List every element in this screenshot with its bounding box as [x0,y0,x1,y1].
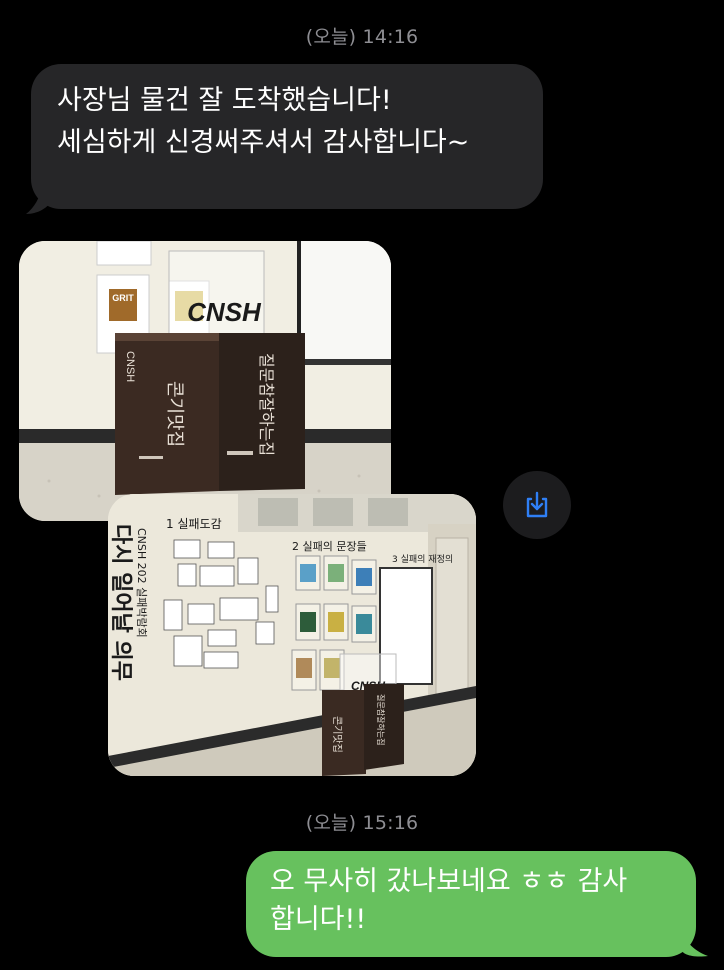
exhibit-section-label: 2 실패의 문장들 [292,540,367,553]
box-title: 콘기맛집 [331,716,343,753]
cnsh-logo: CNSH [187,297,262,327]
exhibit-vertical-title: 다시 일어날 의무 [108,524,133,681]
message-text-line: 사장님 물건 잘 도착했습니다! [57,85,392,116]
exhibit-section-label: 1 실패도감 [166,517,222,531]
save-image-button[interactable] [503,471,571,539]
message-text-line: 세심하게 신경써주셔서 감사합니다~ [57,127,470,158]
save-download-icon [526,491,548,518]
attached-photo-boxes[interactable]: GRIT CNSH CNSH 콘기맛집 질문참잘하는집 [19,241,391,521]
timestamp: (오늘) 14:16 [305,26,419,48]
box-title: 질문참잘하는집 [376,694,386,746]
timestamp: (오늘) 15:16 [305,812,419,834]
outgoing-bubble-tail [682,928,708,957]
incoming-message-bubble[interactable]: 사장님 물건 잘 도착했습니다! 세심하게 신경써주셔서 감사합니다~ [31,64,543,209]
box-vertical-label: CNSH [124,351,136,382]
attached-photo-exhibition[interactable]: 1 실패도감 2 실패의 문장들 3 실패의 재정의 다시 일어날 의무 CNS… [108,494,476,776]
box-title: 질문참잘하는집 [257,353,276,456]
exhibit-vertical-subtitle: CNSH 202 실패박람회 [135,528,148,638]
exhibit-section-label: 3 실패의 재정의 [392,554,453,565]
box-title: 콘기맛집 [164,381,185,447]
message-text-line: 오 무사히 갔나보네요 ㅎㅎ 감사 [270,866,628,897]
incoming-bubble-tail [26,186,54,214]
outgoing-message-bubble[interactable]: 오 무사히 갔나보네요 ㅎㅎ 감사 합니다!! [246,851,696,957]
poster-text: GRIT [112,293,134,303]
message-text-line: 합니다!! [270,904,367,935]
